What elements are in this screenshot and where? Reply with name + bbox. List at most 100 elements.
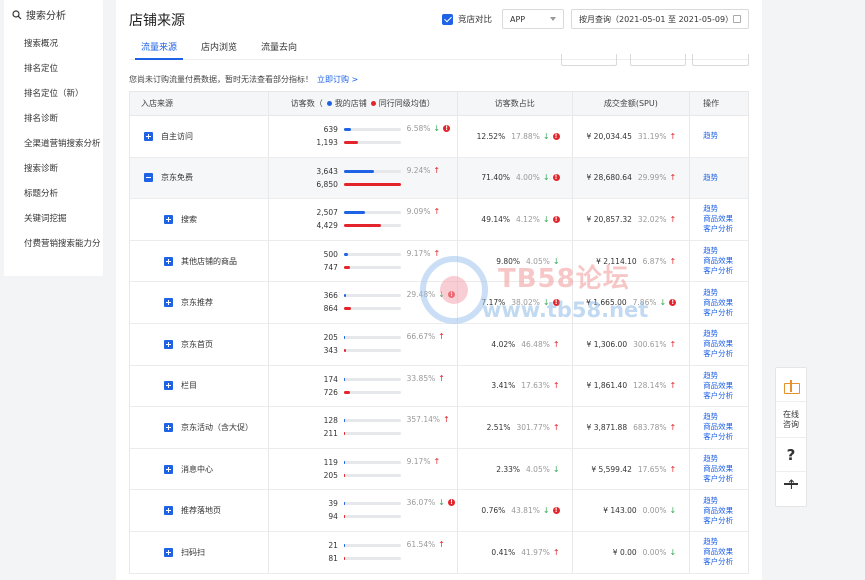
operation-link[interactable]: 趋势 <box>703 496 748 506</box>
sidebar-item[interactable]: 搜索诊断 <box>4 157 103 182</box>
amount-change: 17.65% <box>637 464 667 474</box>
warning-icon[interactable]: ! <box>443 125 451 132</box>
tab-traffic-destination[interactable]: 流量去向 <box>249 37 309 59</box>
visitors-change-value: 9.09% <box>406 207 431 217</box>
expand-icon[interactable] <box>164 506 173 516</box>
warning-icon[interactable]: ! <box>447 499 455 507</box>
ratio-value: 49.14% <box>481 214 511 224</box>
expand-icon[interactable] <box>164 298 173 308</box>
operation-link[interactable]: 趋势 <box>703 371 748 381</box>
expand-icon[interactable] <box>164 256 173 266</box>
operation-link[interactable]: 商品效果 <box>703 547 748 557</box>
hidden-button[interactable] <box>561 54 617 66</box>
warning-icon[interactable]: ! <box>552 299 560 307</box>
header-visitors[interactable]: 访客数（ 我的店铺 同行同级均值） <box>269 92 458 115</box>
operation-link[interactable]: 趋势 <box>703 131 748 141</box>
operation-link[interactable]: 趋势 <box>703 329 748 339</box>
date-range-picker[interactable]: 按月查询（2021-05-01 至 2021-05-09） <box>571 9 749 29</box>
compare-toggle[interactable]: 竞店对比 <box>442 13 492 25</box>
operation-link[interactable]: 客户分析 <box>703 516 748 526</box>
amount-change: 300.61% <box>633 339 667 349</box>
collapse-icon[interactable] <box>144 173 153 183</box>
warning-icon[interactable]: ! <box>447 291 455 299</box>
warning-icon[interactable]: ! <box>552 507 560 515</box>
operation-link[interactable]: 商品效果 <box>703 506 748 516</box>
operation-link[interactable]: 商品效果 <box>703 339 748 349</box>
source-name: 推荐落地页 <box>181 506 221 516</box>
compare-checkbox[interactable] <box>442 13 453 25</box>
operation-link[interactable]: 商品效果 <box>703 422 748 432</box>
operation-link[interactable]: 客户分析 <box>703 266 748 276</box>
arrow-up-icon: ↑ <box>433 456 441 466</box>
header-visitor-ratio[interactable]: 访客数占比 <box>458 92 573 115</box>
operation-link[interactable]: 客户分析 <box>703 557 748 567</box>
expand-icon[interactable] <box>164 422 173 432</box>
expand-icon[interactable] <box>164 381 173 391</box>
sidebar-header[interactable]: 搜索分析 <box>4 0 103 29</box>
hidden-button[interactable] <box>692 54 749 66</box>
visitors-mine-bar-fill <box>343 169 374 173</box>
online-consult-button[interactable]: 在线咨询 <box>776 402 806 438</box>
sidebar-item[interactable]: 排名诊断 <box>4 107 103 132</box>
ratio-value: 2.33% <box>496 464 521 474</box>
operation-link[interactable]: 趋势 <box>703 412 748 422</box>
ratio-value: 7.17% <box>481 298 506 308</box>
operation-link[interactable]: 客户分析 <box>703 391 748 401</box>
expand-icon[interactable] <box>164 214 173 224</box>
compare-label: 竞店对比 <box>458 15 493 25</box>
hidden-button[interactable] <box>630 54 686 66</box>
back-to-top-button[interactable] <box>776 472 806 506</box>
operation-link[interactable]: 商品效果 <box>703 298 748 308</box>
ratio-cell: 4.02% 46.48% ↑ <box>458 323 573 365</box>
operation-link[interactable]: 商品效果 <box>703 464 748 474</box>
operation-link[interactable]: 趋势 <box>703 537 748 547</box>
operation-link[interactable]: 商品效果 <box>703 214 748 224</box>
operation-link[interactable]: 趋势 <box>703 246 748 256</box>
gift-button[interactable] <box>776 368 806 402</box>
warning-icon[interactable]: ! <box>669 299 677 307</box>
arrow-up-icon: ↑ <box>669 339 677 349</box>
operation-link[interactable]: 商品效果 <box>703 381 748 391</box>
sidebar-item[interactable]: 排名定位（新） <box>4 82 103 107</box>
sidebar-item[interactable]: 关键词挖掘 <box>4 207 103 232</box>
arrow-down-icon: ↓ <box>542 173 550 183</box>
operation-link[interactable]: 趋势 <box>703 288 748 298</box>
sidebar-item[interactable]: 标题分析 <box>4 182 103 207</box>
expand-icon[interactable] <box>144 131 153 141</box>
warning-icon[interactable]: ! <box>552 174 560 182</box>
visitors-peer-bar-fill <box>343 265 350 269</box>
ratio-value: 0.41% <box>491 547 516 557</box>
expand-icon[interactable] <box>164 464 173 474</box>
operation-link[interactable]: 客户分析 <box>703 474 748 484</box>
operation-link[interactable]: 趋势 <box>703 204 748 214</box>
sidebar-item[interactable]: 搜索概况 <box>4 32 103 57</box>
subscribe-link[interactable]: 立即订购 > <box>317 75 358 84</box>
operation-link[interactable]: 趋势 <box>703 454 748 464</box>
help-button[interactable]: ? <box>776 438 806 472</box>
sidebar-item[interactable]: 付费营销搜索能力分 <box>4 232 103 257</box>
tab-in-store-browse[interactable]: 店内浏览 <box>189 37 249 59</box>
warning-icon[interactable]: ! <box>552 215 560 223</box>
operation-link[interactable]: 客户分析 <box>703 432 748 442</box>
arrow-up-icon: ↑ <box>552 547 560 557</box>
operation-link[interactable]: 客户分析 <box>703 224 748 234</box>
expand-icon[interactable] <box>164 547 173 557</box>
operation-link[interactable]: 客户分析 <box>703 349 748 359</box>
page-title: 店铺来源 <box>129 13 185 29</box>
operation-link[interactable]: 商品效果 <box>703 256 748 266</box>
visitors-mine-bar <box>343 211 401 215</box>
source-name: 栏目 <box>181 381 197 391</box>
header-amount[interactable]: 成交金额(SPU) <box>573 92 691 115</box>
visitors-cell: 366 864 29.48% ↓! <box>269 282 458 323</box>
operation-link[interactable]: 客户分析 <box>703 308 748 318</box>
sidebar-item[interactable]: 排名定位 <box>4 57 103 82</box>
expand-icon[interactable] <box>164 339 173 349</box>
platform-select[interactable]: APP <box>502 9 564 29</box>
source-cell: 扫码扫 <box>130 531 269 573</box>
header-source[interactable]: 入店来源 <box>130 92 269 115</box>
amount-change: 0.00% <box>642 506 667 516</box>
operation-link[interactable]: 趋势 <box>703 173 748 183</box>
warning-icon[interactable]: ! <box>552 132 560 140</box>
sidebar-item[interactable]: 全渠道营销搜索分析 <box>4 132 103 157</box>
tab-traffic-source[interactable]: 流量来源 <box>129 37 189 60</box>
